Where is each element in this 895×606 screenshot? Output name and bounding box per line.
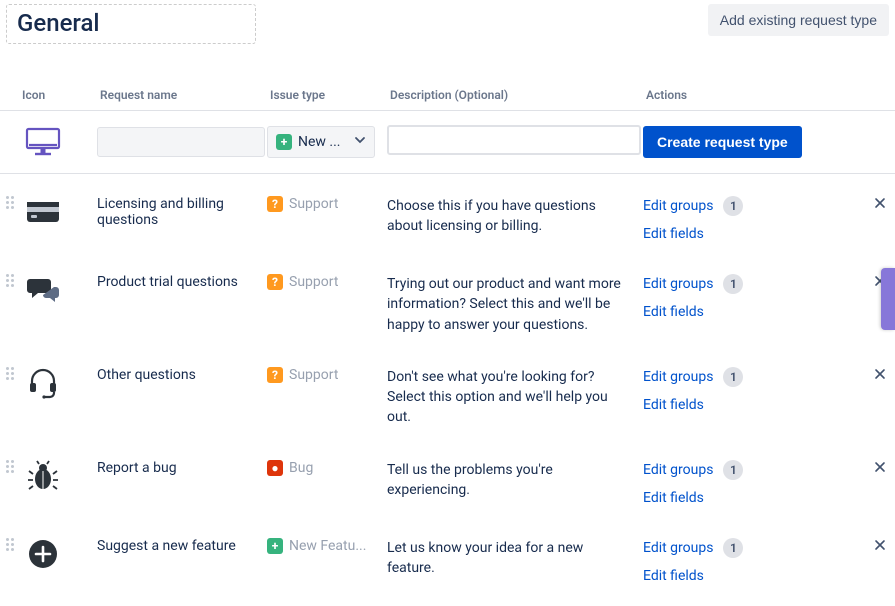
feedback-tab[interactable] [881,268,895,330]
remove-row-button[interactable] [874,194,886,213]
request-description: Don't see what you're looking for? Selec… [387,367,622,428]
drag-handle-icon[interactable] [6,367,16,380]
new-description-input[interactable] [387,125,641,155]
table-row: Product trial questions? Support Trying ou… [0,252,895,345]
col-header-desc: Description (Optional) [386,82,642,111]
request-description: Tell us the problems you're experiencing… [387,460,622,501]
chevron-down-icon [354,134,366,150]
issue-type-icon: ? [267,196,283,212]
request-name: Report a bug [97,460,265,476]
edit-fields-link[interactable]: Edit fields [643,304,864,320]
new-issue-type-label: New ... [298,134,340,150]
groups-count-badge: 1 [723,538,743,558]
remove-row-button[interactable] [874,365,886,384]
new-issue-type-select[interactable]: + New ... [267,126,375,158]
card-icon[interactable] [19,196,67,228]
col-header-name: Request name [96,82,266,111]
edit-groups-link[interactable]: Edit groups [643,369,713,385]
col-header-actions: Actions [642,82,865,111]
issue-type: ? Support [267,274,338,290]
issue-type-label: Support [289,196,338,212]
issue-type-label: Bug [289,460,313,476]
drag-handle-icon[interactable] [6,274,16,287]
edit-groups-link[interactable]: Edit groups [643,198,713,214]
issue-type-label: New Featu... [289,538,366,554]
issue-type-label: Support [289,274,338,290]
chat-icon[interactable] [19,274,67,306]
monitor-icon[interactable] [19,126,67,158]
issue-type: ? Support [267,196,338,212]
issue-type: ● Bug [267,460,313,476]
col-header-icon: Icon [18,82,96,111]
drag-handle-icon[interactable] [6,460,16,473]
issue-type-label: Support [289,367,338,383]
request-description: Trying out our product and want more inf… [387,274,622,335]
groups-count-badge: 1 [723,196,743,216]
groups-count-badge: 1 [723,274,743,294]
table-row: Licensing and billing questions? Support C… [0,174,895,253]
bug-icon[interactable] [19,460,67,492]
edit-fields-link[interactable]: Edit fields [643,226,864,242]
issue-type: + New Featu... [267,538,366,554]
edit-groups-link[interactable]: Edit groups [643,276,713,292]
issue-type-icon: ● [267,460,283,476]
col-header-type: Issue type [266,82,386,111]
plus-icon: + [276,134,292,150]
table-header-row: Icon Request name Issue type Description… [0,82,895,111]
headset-icon[interactable] [19,367,67,399]
add-existing-request-type-button[interactable]: Add existing request type [708,4,889,36]
edit-fields-link[interactable]: Edit fields [643,490,864,506]
plus-icon[interactable] [19,538,67,570]
create-request-type-button[interactable]: Create request type [643,126,802,158]
edit-groups-link[interactable]: Edit groups [643,540,713,556]
drag-handle-icon[interactable] [6,196,16,209]
issue-type-icon: ? [267,274,283,290]
table-row: Suggest a new feature+ New Featu... Let us… [0,516,895,594]
table-row: Report a bug● Bug Tell us the problems you… [0,438,895,516]
request-name: Product trial questions [97,274,265,290]
new-request-name-input[interactable] [97,127,265,157]
remove-row-button[interactable] [874,536,886,555]
request-name: Other questions [97,367,265,383]
groups-count-badge: 1 [723,460,743,480]
edit-fields-link[interactable]: Edit fields [643,568,864,584]
issue-type-icon: ? [267,367,283,383]
group-name-input[interactable]: General [6,4,256,44]
remove-row-button[interactable] [874,458,886,477]
issue-type: ? Support [267,367,338,383]
request-name: Licensing and billing questions [97,196,265,228]
request-description: Let us know your idea for a new feature. [387,538,622,579]
create-request-row: + New ... Create request type [0,111,895,174]
request-name: Suggest a new feature [97,538,265,554]
edit-groups-link[interactable]: Edit groups [643,462,713,478]
drag-handle-icon[interactable] [6,538,16,551]
groups-count-badge: 1 [723,367,743,387]
table-row: Other questions? Support Don't see what yo… [0,345,895,438]
edit-fields-link[interactable]: Edit fields [643,397,864,413]
issue-type-icon: + [267,538,283,554]
request-description: Choose this if you have questions about … [387,196,622,237]
